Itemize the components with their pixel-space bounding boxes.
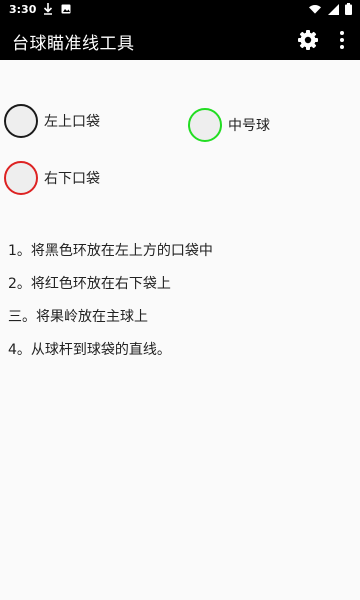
target-label-bottom-right-pocket: 右下口袋 (44, 171, 100, 187)
instruction-step: 1。将黑色环放在左上方的口袋中 (8, 243, 213, 259)
status-bar: 3:30 (0, 0, 360, 20)
black-ring-circle[interactable] (4, 104, 38, 138)
target-bottom-right-pocket[interactable]: 右下口袋 (4, 161, 100, 195)
download-icon (42, 2, 54, 16)
settings-gear-icon[interactable] (296, 28, 320, 52)
status-time: 3:30 (9, 3, 37, 16)
target-top-left-pocket[interactable]: 左上口袋 (4, 104, 100, 138)
target-label-cue-ball: 中号球 (228, 118, 270, 134)
battery-icon (344, 2, 352, 16)
instruction-step: 4。从球杆到球袋的直线。 (8, 342, 171, 358)
signal-icon (327, 2, 339, 16)
app-title: 台球瞄准线工具 (12, 34, 135, 54)
target-label-top-left-pocket: 左上口袋 (44, 114, 100, 130)
instructions-list: 1。将黑色环放在左上方的口袋中 2。将红色环放在右下袋上 三。将果岭放在主球上 … (8, 240, 348, 372)
image-notification-icon (60, 2, 72, 16)
green-ring-circle[interactable] (188, 108, 222, 142)
instruction-step: 三。将果岭放在主球上 (8, 309, 148, 325)
target-cue-ball[interactable]: 中号球 (188, 108, 270, 142)
app-bar: 台球瞄准线工具 (0, 20, 360, 60)
wifi-icon (309, 2, 321, 16)
more-options-icon[interactable] (334, 28, 350, 52)
instruction-step: 2。将红色环放在右下袋上 (8, 276, 171, 292)
red-ring-circle[interactable] (4, 161, 38, 195)
